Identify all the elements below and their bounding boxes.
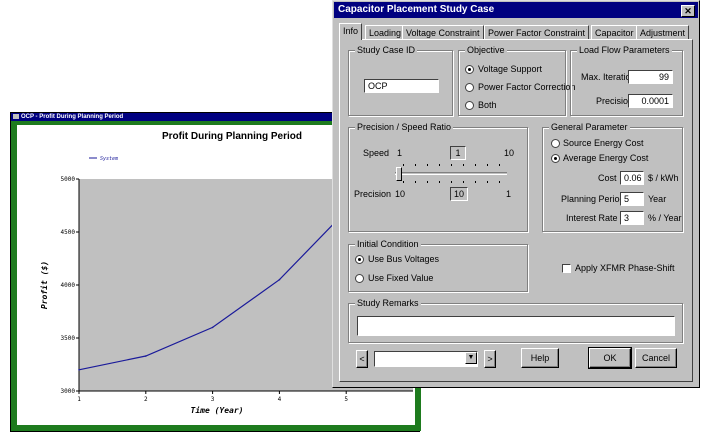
voltage-support-radio[interactable] xyxy=(465,65,474,74)
close-icon[interactable]: ✕ xyxy=(681,5,695,17)
chevron-down-icon[interactable]: ▼ xyxy=(465,352,477,364)
x-axis-label: Time (Year) xyxy=(191,405,244,415)
y-tick-label: 4000 xyxy=(61,282,76,289)
x-tick-label: 5 xyxy=(344,396,348,403)
precision-speed-slider-thumb[interactable] xyxy=(396,167,402,181)
max-iteration-input[interactable]: 99 xyxy=(628,70,673,84)
interest-rate-label: Interest Rate xyxy=(566,213,618,223)
both-label: Both xyxy=(478,100,497,110)
use-bus-voltages-label: Use Bus Voltages xyxy=(368,254,440,264)
cancel-button[interactable]: Cancel xyxy=(635,348,677,368)
precision-value-display: 10 xyxy=(450,187,468,201)
speed-max-label: 10 xyxy=(504,148,515,158)
load-flow-parameters-group: Load Flow Parameters Max. Iteration 99 P… xyxy=(570,45,683,116)
tab-capacitor-label: Capacitor xyxy=(595,28,634,38)
study-case-id-input[interactable]: OCP xyxy=(364,79,439,93)
tab-info-label: Info xyxy=(343,26,359,36)
study-case-id-label: Study Case ID xyxy=(355,45,418,56)
precision-speed-slider-track[interactable] xyxy=(395,172,507,175)
tab-power-factor-constraint[interactable]: Power Factor Constraint xyxy=(484,25,590,39)
precision-speed-ratio-label: Precision / Speed Ratio xyxy=(355,122,454,133)
y-tick-label: 5000 xyxy=(61,176,76,183)
help-button[interactable]: Help xyxy=(521,348,559,368)
objective-group: Objective Voltage Support Power Factor C… xyxy=(458,45,576,116)
power-factor-correction-radio[interactable] xyxy=(465,83,474,92)
previous-button[interactable]: < xyxy=(356,350,368,368)
speed-min-label: 1 xyxy=(397,148,403,158)
interest-rate-unit-label: % / Year xyxy=(648,213,682,223)
tab-voltage-constraint[interactable]: Voltage Constraint xyxy=(402,25,484,39)
dialog-titlebar[interactable]: Capacitor Placement Study Case ✕ xyxy=(334,2,698,18)
load-flow-precision-input[interactable]: 0.0001 xyxy=(628,94,673,108)
apply-xfmr-phase-shift-label: Apply XFMR Phase-Shift xyxy=(575,263,675,273)
tab-power-factor-constraint-label: Power Factor Constraint xyxy=(488,28,586,38)
load-flow-parameters-label: Load Flow Parameters xyxy=(577,45,672,56)
legend-label-system: System xyxy=(100,156,118,162)
study-case-dropdown[interactable]: ▼ xyxy=(374,351,478,367)
objective-label: Objective xyxy=(465,45,507,56)
use-fixed-value-label: Use Fixed Value xyxy=(368,273,434,283)
cost-label: Cost xyxy=(598,173,617,183)
study-remarks-group: Study Remarks xyxy=(348,298,683,343)
power-factor-correction-label: Power Factor Correction xyxy=(478,82,576,92)
capacitor-placement-dialog: Capacitor Placement Study Case ✕ Info Lo… xyxy=(332,0,700,388)
source-energy-cost-label: Source Energy Cost xyxy=(563,138,644,148)
planning-period-input[interactable]: 5 xyxy=(620,192,644,206)
chart-title: Profit During Planning Period xyxy=(162,131,302,142)
y-tick-label: 4500 xyxy=(61,229,76,236)
planning-period-label: Planning Period xyxy=(561,194,625,204)
window-icon xyxy=(13,114,19,119)
tab-voltage-constraint-label: Voltage Constraint xyxy=(406,28,480,38)
initial-condition-label: Initial Condition xyxy=(355,239,421,250)
study-case-id-group: Study Case ID OCP xyxy=(348,45,453,116)
interest-rate-input[interactable]: 3 xyxy=(620,211,644,225)
voltage-support-label: Voltage Support xyxy=(478,64,543,74)
source-energy-cost-radio[interactable] xyxy=(551,139,560,148)
x-tick-label: 1 xyxy=(77,396,81,403)
ok-button[interactable]: OK xyxy=(588,347,632,369)
study-remarks-label: Study Remarks xyxy=(355,298,421,309)
precision-max-label: 1 xyxy=(506,189,512,199)
next-button[interactable]: > xyxy=(484,350,496,368)
tab-adjustment-label: Adjustment xyxy=(640,28,686,38)
tab-capacitor[interactable]: Capacitor xyxy=(591,25,638,39)
precision-speed-ratio-group: Precision / Speed Ratio Speed 1 1 10 Pre… xyxy=(348,122,528,232)
data-point xyxy=(78,369,80,371)
precision-min-label: 10 xyxy=(395,189,406,199)
tab-loading[interactable]: Loading xyxy=(365,25,406,39)
x-tick-label: 4 xyxy=(278,396,282,403)
use-fixed-value-radio[interactable] xyxy=(355,274,364,283)
cost-unit-label: $ / kWh xyxy=(648,173,679,183)
tab-info[interactable]: Info xyxy=(339,23,363,40)
initial-condition-group: Initial Condition Use Bus Voltages Use F… xyxy=(348,239,528,292)
general-parameter-group: General Parameter Source Energy Cost Ave… xyxy=(542,122,683,232)
apply-xfmr-phase-shift-checkbox[interactable] xyxy=(562,264,571,273)
planning-period-unit-label: Year xyxy=(648,194,667,204)
average-energy-cost-label: Average Energy Cost xyxy=(563,153,649,163)
data-point xyxy=(145,355,147,357)
x-tick-label: 3 xyxy=(211,396,215,403)
use-bus-voltages-radio[interactable] xyxy=(355,255,364,264)
y-tick-label: 3000 xyxy=(61,388,76,395)
speed-label: Speed xyxy=(363,148,390,158)
data-point xyxy=(278,278,281,281)
tab-loading-label: Loading xyxy=(369,28,402,38)
cost-input[interactable]: 0.06 xyxy=(620,171,644,185)
y-tick-label: 3500 xyxy=(61,335,76,342)
chart-window-title: OCP - Profit During Planning Period xyxy=(21,114,124,120)
data-point xyxy=(211,326,214,329)
study-remarks-input[interactable] xyxy=(357,316,675,336)
x-tick-label: 2 xyxy=(144,396,148,403)
dialog-title: Capacitor Placement Study Case xyxy=(338,4,495,15)
both-radio[interactable] xyxy=(465,101,474,110)
y-axis-label: Profit ($) xyxy=(39,261,49,309)
speed-value-display: 1 xyxy=(450,146,466,160)
precision-ratio-label: Precision xyxy=(354,189,392,199)
tab-adjustment[interactable]: Adjustment xyxy=(636,25,690,39)
info-panel: Study Case ID OCP Objective Voltage Supp… xyxy=(339,39,693,382)
average-energy-cost-radio[interactable] xyxy=(551,154,560,163)
general-parameter-label: General Parameter xyxy=(549,122,630,133)
